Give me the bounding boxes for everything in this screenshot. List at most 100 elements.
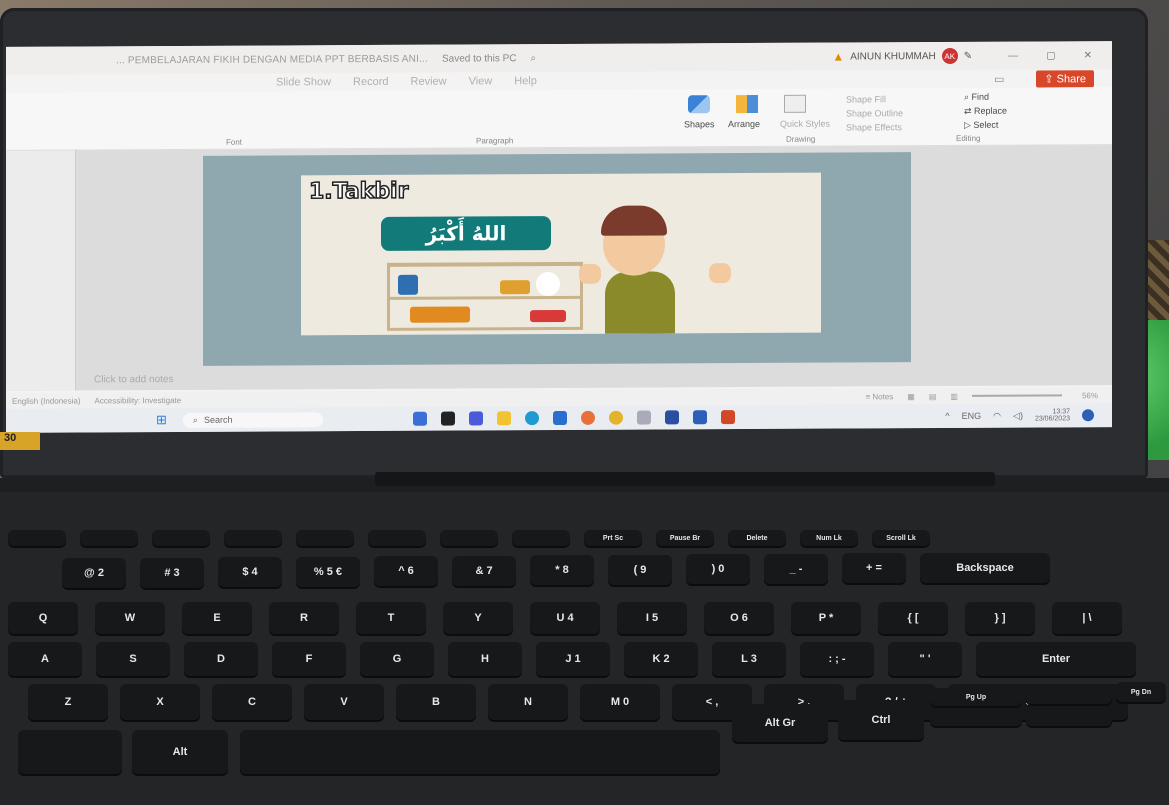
key[interactable]: Pause Br bbox=[656, 530, 714, 546]
key[interactable]: O 6 bbox=[704, 602, 774, 634]
key[interactable]: I 5 bbox=[617, 602, 687, 634]
zoom-level[interactable]: 56% bbox=[1082, 391, 1098, 400]
key[interactable]: # 3 bbox=[140, 557, 204, 588]
key[interactable]: " ' bbox=[888, 642, 962, 676]
key[interactable] bbox=[296, 530, 354, 546]
tab-view[interactable]: View bbox=[469, 75, 493, 87]
key[interactable] bbox=[152, 530, 210, 546]
find-button[interactable]: ⌕ Find bbox=[964, 92, 989, 103]
key[interactable]: C bbox=[212, 684, 292, 720]
save-status[interactable]: Saved to this PC bbox=[442, 53, 516, 64]
key[interactable]: P * bbox=[791, 602, 861, 634]
slide-thumbnails[interactable] bbox=[6, 150, 76, 391]
tab-review[interactable]: Review bbox=[411, 76, 447, 88]
key[interactable]: ) 0 bbox=[686, 554, 750, 584]
tab-slide-show[interactable]: Slide Show bbox=[276, 76, 331, 88]
slide[interactable]: 1.Takbir اللهُ أَكْبَرُ bbox=[301, 172, 821, 336]
key[interactable]: U 4 bbox=[530, 602, 600, 634]
zoom-slider[interactable] bbox=[971, 394, 1062, 397]
store-icon[interactable] bbox=[552, 410, 567, 426]
key[interactable]: L 3 bbox=[712, 642, 786, 676]
shape-outline-button[interactable]: Shape Outline bbox=[846, 108, 903, 118]
key[interactable] bbox=[512, 530, 570, 546]
key[interactable] bbox=[1026, 684, 1112, 704]
shape-effects-button[interactable]: Shape Effects bbox=[846, 122, 902, 132]
sorter-view-icon[interactable]: ▤ bbox=[929, 392, 937, 401]
key[interactable]: Prt Sc bbox=[584, 530, 642, 546]
key[interactable]: M 0 bbox=[580, 684, 660, 720]
key[interactable]: T bbox=[356, 602, 426, 634]
key[interactable]: @ 2 bbox=[62, 558, 126, 588]
key[interactable]: Pg Dn bbox=[1116, 682, 1166, 702]
close-icon[interactable]: ✕ bbox=[1084, 50, 1092, 61]
pen-icon[interactable]: ✎ bbox=[964, 50, 972, 61]
key[interactable]: Z bbox=[28, 684, 108, 720]
key[interactable]: % 5 € bbox=[296, 556, 360, 587]
notes-pane[interactable]: Click to add notes bbox=[94, 374, 174, 385]
search-icon[interactable]: ⌕ bbox=[531, 53, 537, 64]
slide-canvas[interactable]: 1.Takbir اللهُ أَكْبَرُ bbox=[203, 152, 911, 366]
select-button[interactable]: ▷ Select bbox=[964, 120, 998, 131]
key[interactable]: E bbox=[182, 602, 252, 634]
chat-icon[interactable] bbox=[468, 411, 483, 426]
chevron-up-icon[interactable]: ^ bbox=[945, 411, 949, 421]
replace-button[interactable]: ⇄ Replace bbox=[964, 106, 1007, 117]
language-indicator[interactable]: ENG bbox=[962, 411, 982, 421]
word-icon[interactable] bbox=[692, 410, 707, 425]
tab-record[interactable]: Record bbox=[353, 76, 388, 88]
key[interactable] bbox=[240, 730, 720, 774]
user-area[interactable]: ▲ AINUN KHUMMAH AK ✎ — ▢ ✕ bbox=[832, 47, 1112, 64]
maximize-icon[interactable]: ▢ bbox=[1046, 50, 1055, 61]
speaker-icon[interactable]: ◁) bbox=[1013, 410, 1023, 421]
key[interactable] bbox=[1026, 706, 1112, 726]
key[interactable]: A bbox=[8, 642, 82, 676]
key[interactable]: Enter bbox=[976, 642, 1136, 676]
key[interactable]: V bbox=[304, 684, 384, 720]
key[interactable]: D bbox=[184, 642, 258, 676]
firefox-icon[interactable] bbox=[580, 410, 595, 425]
key[interactable]: Delete bbox=[728, 530, 786, 546]
chrome-icon[interactable] bbox=[608, 410, 623, 425]
key[interactable]: Alt bbox=[132, 730, 228, 774]
quick-styles-button[interactable]: Quick Styles bbox=[780, 119, 830, 129]
windows-start-icon[interactable]: ⊞ bbox=[156, 412, 167, 428]
notification-icon[interactable] bbox=[1082, 409, 1094, 422]
key[interactable] bbox=[930, 708, 1022, 726]
notes-toggle[interactable]: ≡ Notes bbox=[866, 392, 894, 401]
key[interactable]: * 8 bbox=[530, 555, 594, 585]
key[interactable] bbox=[8, 530, 66, 546]
taskbar-search[interactable]: ⌕ Search bbox=[182, 411, 323, 428]
bing-icon[interactable] bbox=[412, 411, 427, 426]
reading-view-icon[interactable]: ▥ bbox=[950, 391, 958, 400]
key[interactable]: Pg Up bbox=[930, 688, 1022, 706]
key[interactable]: } ] bbox=[965, 602, 1035, 634]
key[interactable]: H bbox=[448, 642, 522, 676]
key[interactable]: W bbox=[95, 602, 165, 634]
key[interactable] bbox=[368, 530, 426, 546]
key[interactable]: : ; - bbox=[800, 642, 874, 676]
language-status[interactable]: English (Indonesia) bbox=[12, 396, 80, 405]
dropbox-icon[interactable] bbox=[664, 410, 679, 425]
powerpoint-icon[interactable] bbox=[720, 410, 735, 425]
calculator-icon[interactable] bbox=[636, 410, 651, 425]
key[interactable]: R bbox=[269, 602, 339, 634]
key[interactable]: _ - bbox=[764, 553, 828, 584]
key[interactable] bbox=[440, 530, 498, 546]
key[interactable]: S bbox=[96, 642, 170, 676]
key[interactable]: Scroll Lk bbox=[872, 530, 930, 546]
key[interactable]: B bbox=[396, 684, 476, 720]
key[interactable]: | \ bbox=[1052, 602, 1122, 634]
key[interactable]: ( 9 bbox=[608, 554, 672, 585]
shape-fill-button[interactable]: Shape Fill bbox=[846, 94, 886, 104]
key[interactable]: J 1 bbox=[536, 642, 610, 676]
file-explorer-icon[interactable] bbox=[496, 411, 511, 426]
key[interactable]: X bbox=[120, 684, 200, 720]
edge-icon[interactable] bbox=[524, 411, 539, 426]
key[interactable]: N bbox=[488, 684, 568, 720]
key[interactable]: Y bbox=[443, 602, 513, 634]
comments-icon[interactable]: ▭ bbox=[994, 72, 1004, 85]
key[interactable]: & 7 bbox=[452, 555, 516, 586]
avatar[interactable]: AK bbox=[941, 47, 958, 64]
key[interactable]: $ 4 bbox=[218, 557, 282, 587]
key[interactable]: Ctrl bbox=[838, 700, 924, 740]
